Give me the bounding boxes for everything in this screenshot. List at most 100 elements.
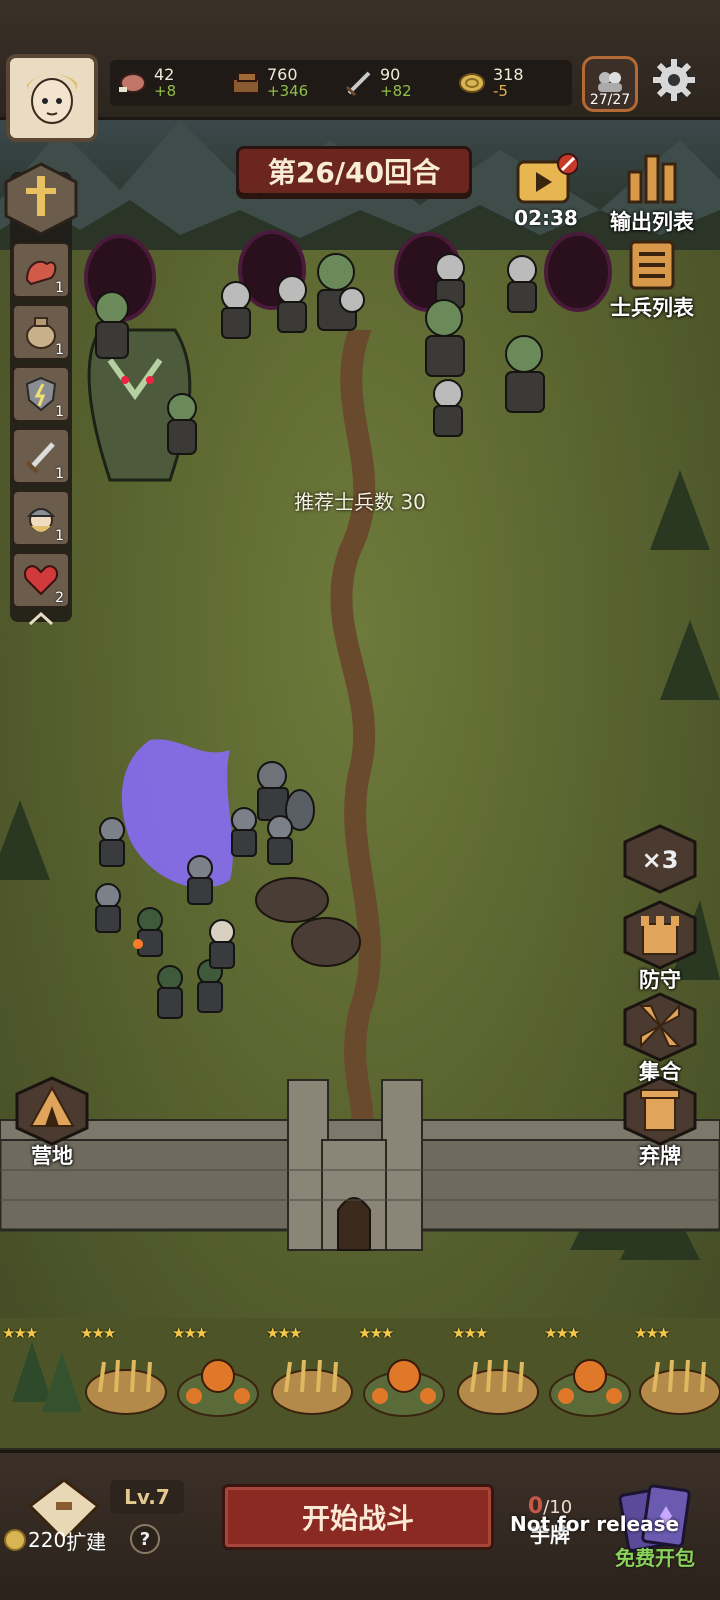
game-screen: 42 +8 760 +346 90 +82 318 -5 27/27 第26/4… — [0, 0, 720, 1600]
chevron-up-icon[interactable] — [26, 610, 56, 626]
sword-icon — [340, 67, 378, 99]
wood-icon — [227, 67, 265, 99]
troop-capacity-button[interactable]: 27/27 — [582, 56, 638, 112]
star-rating-icon: ★★★ — [172, 1324, 208, 1342]
coin-icon — [453, 67, 491, 99]
trash-icon — [623, 1076, 697, 1146]
build-watermark: Not for release — [510, 1512, 680, 1536]
coin-icon — [4, 1529, 26, 1551]
iron-value: 90 — [380, 65, 401, 84]
ad-timer-text: 02:38 — [514, 206, 578, 230]
pumpkin-icon — [549, 1359, 631, 1417]
free-pack-label: 免费开包 — [615, 1546, 695, 1570]
list-icon — [629, 240, 675, 290]
recommended-soldiers: 推荐士兵数 30 — [294, 490, 426, 514]
perk-count: 1 — [55, 342, 64, 358]
perk-count: 1 — [55, 404, 64, 420]
expand-cost-value: 220 — [28, 1528, 67, 1552]
perk-slot-shield[interactable]: 1 — [12, 366, 70, 422]
star-rating-icon: ★★★ — [634, 1324, 670, 1342]
star-rating-icon: ★★★ — [452, 1324, 488, 1342]
settings-button[interactable] — [650, 56, 698, 104]
discard-label: 弃牌 — [639, 1144, 681, 1168]
pumpkin-patch-building[interactable]: ★★★ — [358, 1324, 450, 1424]
output-list-button[interactable]: 输出列表 — [604, 150, 700, 236]
star-rating-icon: ★★★ — [544, 1324, 580, 1342]
gold-delta: -5 — [493, 82, 508, 100]
perk-slot-health[interactable]: 2 — [12, 552, 70, 608]
troop-count: 27/27 — [589, 92, 631, 108]
dirt-path — [330, 330, 381, 1130]
perk-header[interactable] — [2, 162, 80, 236]
wheat-field-building[interactable]: ★★★ — [634, 1324, 720, 1424]
tower-icon — [623, 900, 697, 970]
star-rating-icon: ★★★ — [80, 1324, 116, 1342]
sword-crest-icon — [4, 162, 78, 236]
gather-arrows-icon — [623, 992, 697, 1062]
resource-iron: 90 +82 — [340, 67, 453, 99]
speed-hex-icon: ×3 — [623, 824, 697, 894]
pumpkin-icon — [177, 1359, 259, 1417]
tv-play-icon — [516, 153, 578, 204]
wheat-field-building[interactable]: ★★★ — [80, 1324, 172, 1424]
meat-delta: +8 — [154, 82, 177, 100]
perk-count: 1 — [55, 466, 64, 482]
perk-slot-dagger[interactable]: 1 — [12, 428, 70, 484]
perk-slot-strength[interactable]: 1 — [12, 242, 70, 298]
bar-chart-icon — [627, 154, 677, 204]
wheat-field-building[interactable]: ★★★ — [266, 1324, 358, 1424]
star-rating-icon: ★★★ — [358, 1324, 394, 1342]
discard-button[interactable]: 弃牌 — [618, 1076, 702, 1170]
wheat-field-building[interactable]: ★★★ — [452, 1324, 544, 1424]
defend-label: 防守 — [639, 968, 681, 992]
hero-portrait-icon — [27, 74, 77, 124]
gold-value: 318 — [493, 65, 524, 84]
start-battle-button[interactable]: 开始战斗 — [222, 1484, 494, 1550]
soldier-list-button[interactable]: 士兵列表 — [604, 236, 700, 322]
pumpkin-icon — [363, 1359, 445, 1417]
iron-delta: +82 — [380, 82, 412, 100]
perk-count: 1 — [55, 528, 64, 544]
ad-timer-button[interactable]: 02:38 — [512, 152, 580, 230]
speed-button[interactable]: ×3 — [618, 824, 702, 894]
soldier-list-label: 士兵列表 — [610, 296, 694, 320]
star-rating-icon: ★★★ — [266, 1324, 302, 1342]
wheat-icon — [271, 1359, 353, 1415]
level-badge: Lv.7 — [110, 1480, 184, 1514]
tent-icon — [15, 1076, 89, 1146]
wheat-icon — [85, 1359, 167, 1415]
expand-label: 扩建 — [66, 1529, 107, 1554]
expand-cost[interactable]: 220 扩建 — [4, 1524, 106, 1556]
soldiers-icon — [598, 72, 622, 92]
output-list-label: 输出列表 — [610, 210, 694, 234]
building-row: ★★★ ★★★ ★★★ ★★★ ★★★ ★★★ ★★★ ★★★ — [0, 1318, 720, 1448]
help-button[interactable]: ? — [130, 1524, 160, 1554]
resource-wood: 760 +346 — [227, 67, 340, 99]
gather-button[interactable]: 集合 — [618, 992, 702, 1086]
star-rating-icon: ★★★ — [2, 1324, 38, 1342]
defend-button[interactable]: 防守 — [618, 900, 702, 994]
pumpkin-patch-building[interactable]: ★★★ — [172, 1324, 264, 1424]
camp-button[interactable]: 营地 — [10, 1076, 94, 1170]
castle-wall — [0, 1079, 720, 1251]
perk-slot-viking[interactable]: 1 — [12, 490, 70, 546]
perk-count: 1 — [55, 280, 64, 296]
wheat-icon — [457, 1359, 539, 1415]
castle-gate — [337, 1197, 371, 1251]
perk-slot-supplies[interactable]: 1 — [12, 304, 70, 360]
meat-value: 42 — [154, 65, 175, 84]
speed-label: ×3 — [642, 846, 679, 874]
resource-meat: 42 +8 — [114, 67, 227, 99]
wheat-icon — [639, 1359, 720, 1415]
meat-icon — [114, 67, 152, 99]
round-banner: 第26/40回合 — [236, 146, 472, 196]
wood-value: 760 — [267, 65, 298, 84]
pumpkin-patch-building[interactable]: ★★★ — [544, 1324, 636, 1424]
wood-delta: +346 — [267, 82, 309, 100]
gear-icon — [653, 59, 695, 101]
resource-gold: 318 -5 — [453, 67, 566, 99]
player-avatar[interactable] — [6, 54, 98, 142]
perk-count: 2 — [55, 590, 64, 606]
resource-bar: 42 +8 760 +346 90 +82 318 -5 — [110, 60, 572, 106]
camp-label: 营地 — [31, 1144, 73, 1168]
